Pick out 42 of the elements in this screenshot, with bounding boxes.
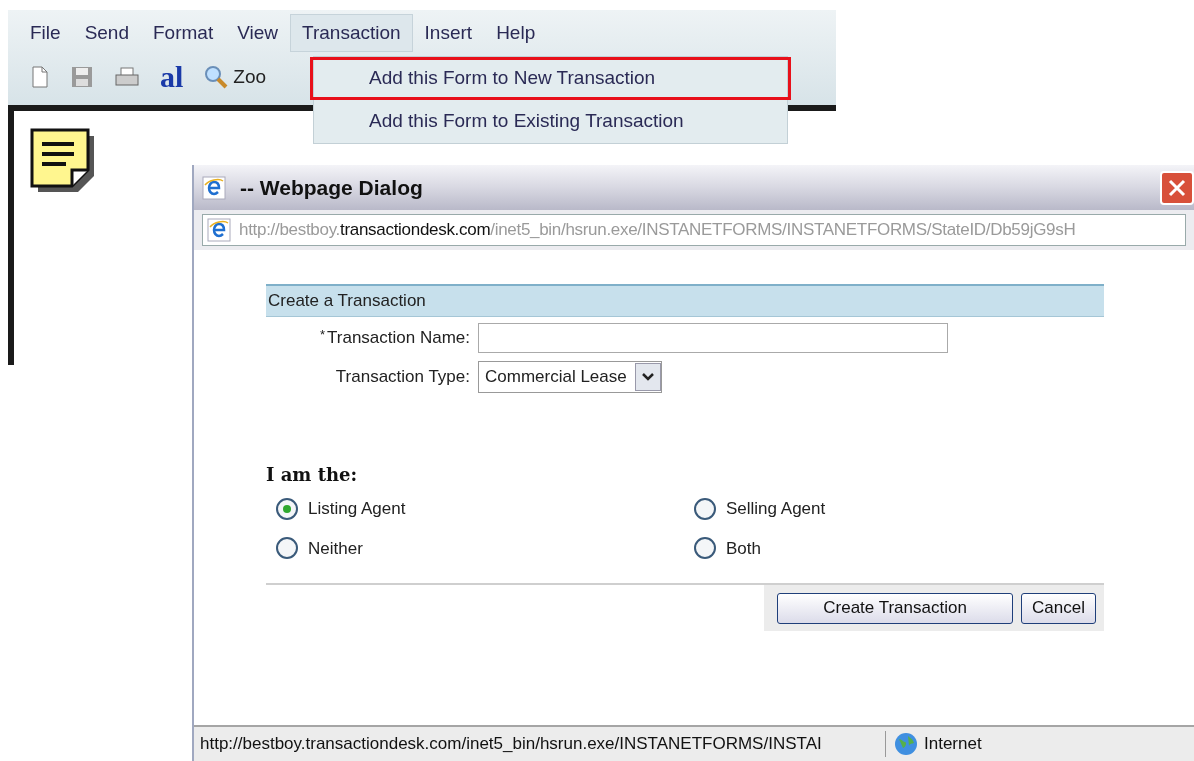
role-heading: I am the: — [266, 463, 359, 487]
address-field: http://bestboy.transactiondesk.com/inet5_bin/hsrun.exe/INSTANETFORMS/INSTANETFORMS/StateID/Db59jG9sH — [202, 214, 1186, 246]
status-url: http://bestboy.transactiondesk.com/inet5_bin/hsrun.exe/INSTANETFORMS/INSTAI — [194, 731, 886, 757]
radio-option[interactable]: Neither — [276, 535, 694, 561]
transaction-type-dropdown[interactable]: Commercial Lease — [478, 361, 662, 393]
transaction-name-field[interactable] — [478, 323, 948, 353]
radio-option[interactable]: Both — [694, 535, 1122, 561]
panel-header: Create a Transaction — [266, 284, 1104, 317]
radio-option[interactable]: Selling Agent — [694, 496, 1122, 522]
window-title: -- Webpage Dialog — [240, 174, 424, 201]
radio-button[interactable] — [276, 497, 298, 520]
new-document-icon[interactable] — [30, 65, 50, 89]
zoom-button[interactable]: Zoo — [203, 62, 267, 92]
radio-button[interactable] — [694, 497, 716, 520]
menu-item[interactable]: Send — [72, 14, 141, 52]
close-icon — [1168, 178, 1186, 197]
font-button[interactable]: al — [160, 62, 184, 92]
menu-item[interactable]: Insert — [412, 14, 485, 52]
menu-item[interactable]: View — [225, 14, 291, 52]
create-button[interactable]: Create Transaction — [777, 592, 1014, 624]
globe-icon — [894, 732, 918, 756]
security-zone: Internet — [924, 733, 982, 756]
radio-button[interactable] — [276, 537, 298, 560]
address-e-icon — [207, 218, 231, 242]
close-button[interactable] — [1160, 170, 1194, 205]
magnifier-icon — [203, 64, 230, 90]
note-icon — [30, 128, 96, 194]
radio-option[interactable]: Listing Agent — [276, 496, 694, 522]
radio-button[interactable] — [694, 537, 716, 560]
menu-item[interactable]: Transaction — [290, 14, 413, 52]
printer-icon[interactable] — [114, 66, 140, 88]
menu-item[interactable]: File — [18, 14, 73, 52]
menu-option[interactable]: Add this Form to New Transaction — [310, 57, 791, 100]
field-label: Transaction Type: — [334, 366, 471, 389]
menu-item[interactable]: Format — [141, 14, 226, 52]
menu-item[interactable]: Help — [484, 14, 548, 52]
chevron-down-icon — [641, 373, 654, 381]
browser-e-icon — [202, 175, 226, 200]
save-icon[interactable] — [70, 65, 94, 89]
cancel-button[interactable]: Cancel — [1021, 592, 1096, 624]
menu-option[interactable]: Add this Form to Existing Transaction — [314, 100, 787, 143]
field-label: *Transaction Name: — [318, 326, 471, 350]
